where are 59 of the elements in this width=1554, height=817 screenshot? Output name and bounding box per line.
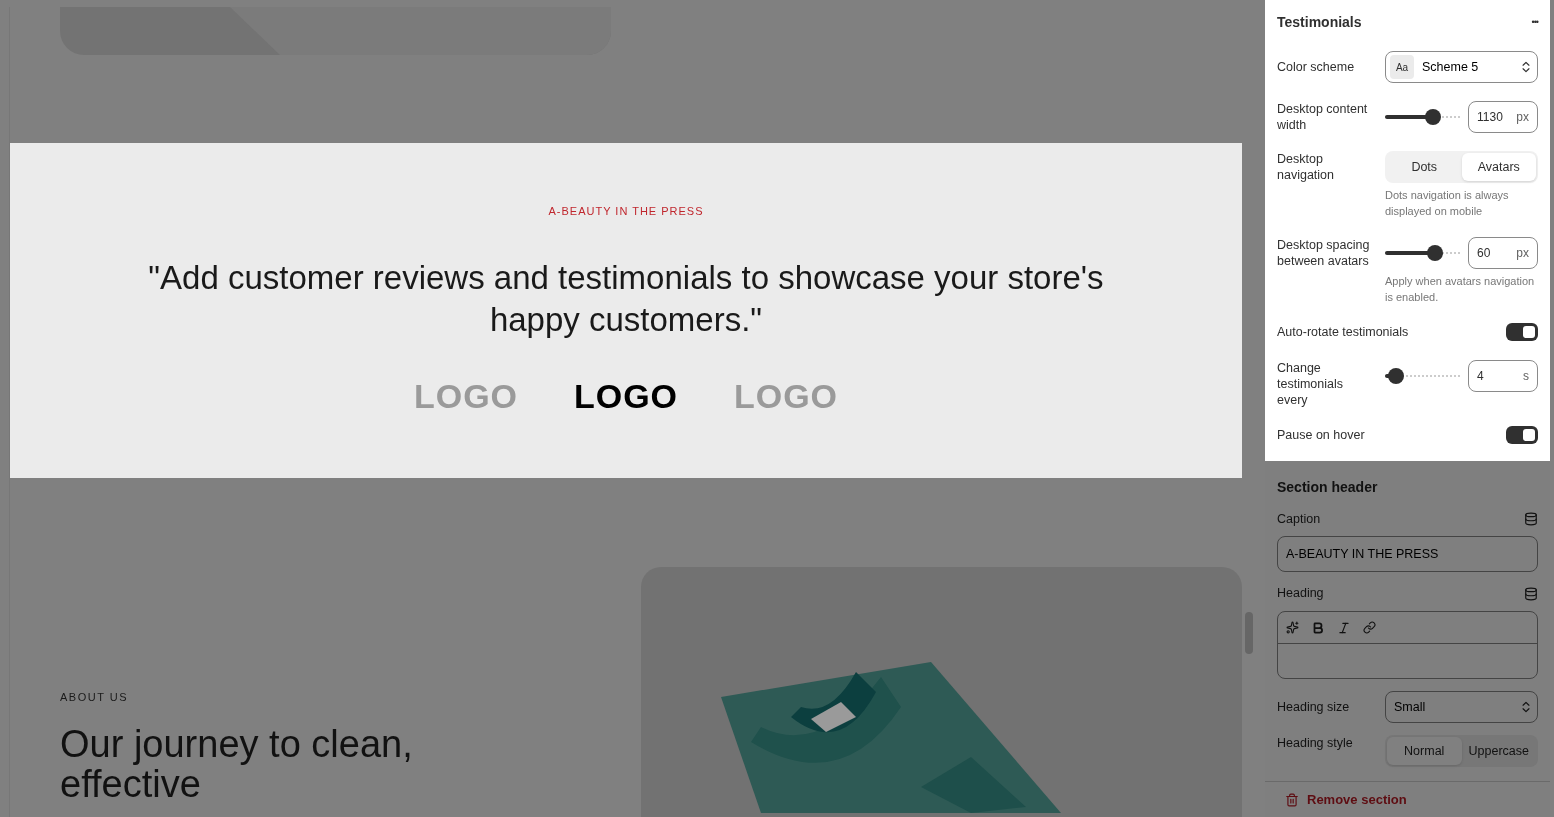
unit-label: px [1516, 245, 1529, 262]
toggle-switch[interactable] [1506, 323, 1538, 342]
number-field[interactable]: 4 s [1468, 359, 1538, 392]
panel-title: Testimonials [1277, 13, 1362, 32]
help-text: Apply when avatars navigation is enabled. [1385, 274, 1536, 305]
select-field[interactable]: Small [1385, 691, 1538, 723]
slider-thumb[interactable] [1425, 109, 1441, 125]
setting-label: Heading style [1277, 735, 1354, 751]
segment-tab[interactable]: Uppercase [1461, 737, 1536, 765]
section-caption: ABOUT US [60, 690, 130, 705]
segment-tab[interactable]: Dots [1387, 153, 1462, 181]
bold-icon[interactable] [1311, 620, 1325, 635]
chevrons-icon [1519, 60, 1533, 74]
slider-thumb[interactable] [1387, 367, 1404, 384]
field-value: 60 [1477, 245, 1491, 262]
scrollbar-thumb[interactable] [1245, 612, 1253, 654]
setting-label: Heading [1277, 585, 1324, 603]
setting-label: Desktop navigation [1277, 151, 1335, 183]
setting-label: Desktop content width [1277, 101, 1369, 133]
setting-label: Auto-rotate testimonials [1277, 324, 1409, 341]
segment-tab[interactable]: Normal [1387, 737, 1462, 765]
more-button[interactable]: ••• [1531, 15, 1538, 30]
slider-thumb[interactable] [1426, 245, 1443, 261]
select-value: Small [1393, 698, 1427, 716]
setting-label: Heading size [1277, 699, 1351, 715]
section-caption: A-BEAUTY IN THE PRESS [548, 203, 704, 219]
slider-track[interactable] [1385, 109, 1460, 125]
unit-label: s [1523, 367, 1529, 385]
about-heading: Our journey to clean, effective [60, 723, 414, 804]
unit-label: px [1516, 109, 1529, 126]
field-value: 4 [1477, 367, 1484, 385]
help-text: Dots navigation is always displayed on mobile [1385, 188, 1510, 219]
trash-icon [1285, 792, 1299, 807]
setting-label: Desktop spacing between avatars [1277, 237, 1371, 269]
testimonial-quote: "Add customer reviews and testimonials to showcase your store's happy customers." [147, 258, 1105, 341]
segment-tab[interactable]: Avatars [1461, 153, 1536, 181]
select-value: Scheme 5 [1421, 58, 1480, 76]
link-icon[interactable] [1363, 621, 1376, 634]
select-field[interactable]: Aa Scheme 5 [1385, 51, 1538, 83]
database-icon [1524, 586, 1538, 601]
setting-label: Change testimonials every [1277, 359, 1344, 408]
field-value: 1130 [1477, 109, 1503, 126]
toggle-switch[interactable] [1506, 426, 1538, 445]
slider-track[interactable] [1385, 245, 1460, 261]
number-field[interactable]: 60 px [1468, 237, 1538, 269]
setting-label: Caption [1277, 510, 1321, 528]
scheme-swatch: Aa [1390, 55, 1414, 79]
sparkle-icon[interactable] [1286, 621, 1299, 634]
italic-icon[interactable] [1337, 620, 1351, 635]
setting-label: Pause on hover [1277, 426, 1365, 444]
number-field[interactable]: 1130 px [1468, 101, 1538, 133]
logo-tab[interactable]: LOGO [571, 371, 681, 423]
database-icon [1524, 511, 1538, 526]
section-title: Section header [1277, 477, 1379, 497]
setting-label: Color scheme [1277, 59, 1356, 75]
rich-text-editor[interactable] [1277, 611, 1538, 679]
chevrons-icon [1519, 700, 1533, 714]
text-field[interactable]: A-BEAUTY IN THE PRESS [1277, 536, 1538, 573]
slider-track[interactable] [1385, 367, 1460, 384]
